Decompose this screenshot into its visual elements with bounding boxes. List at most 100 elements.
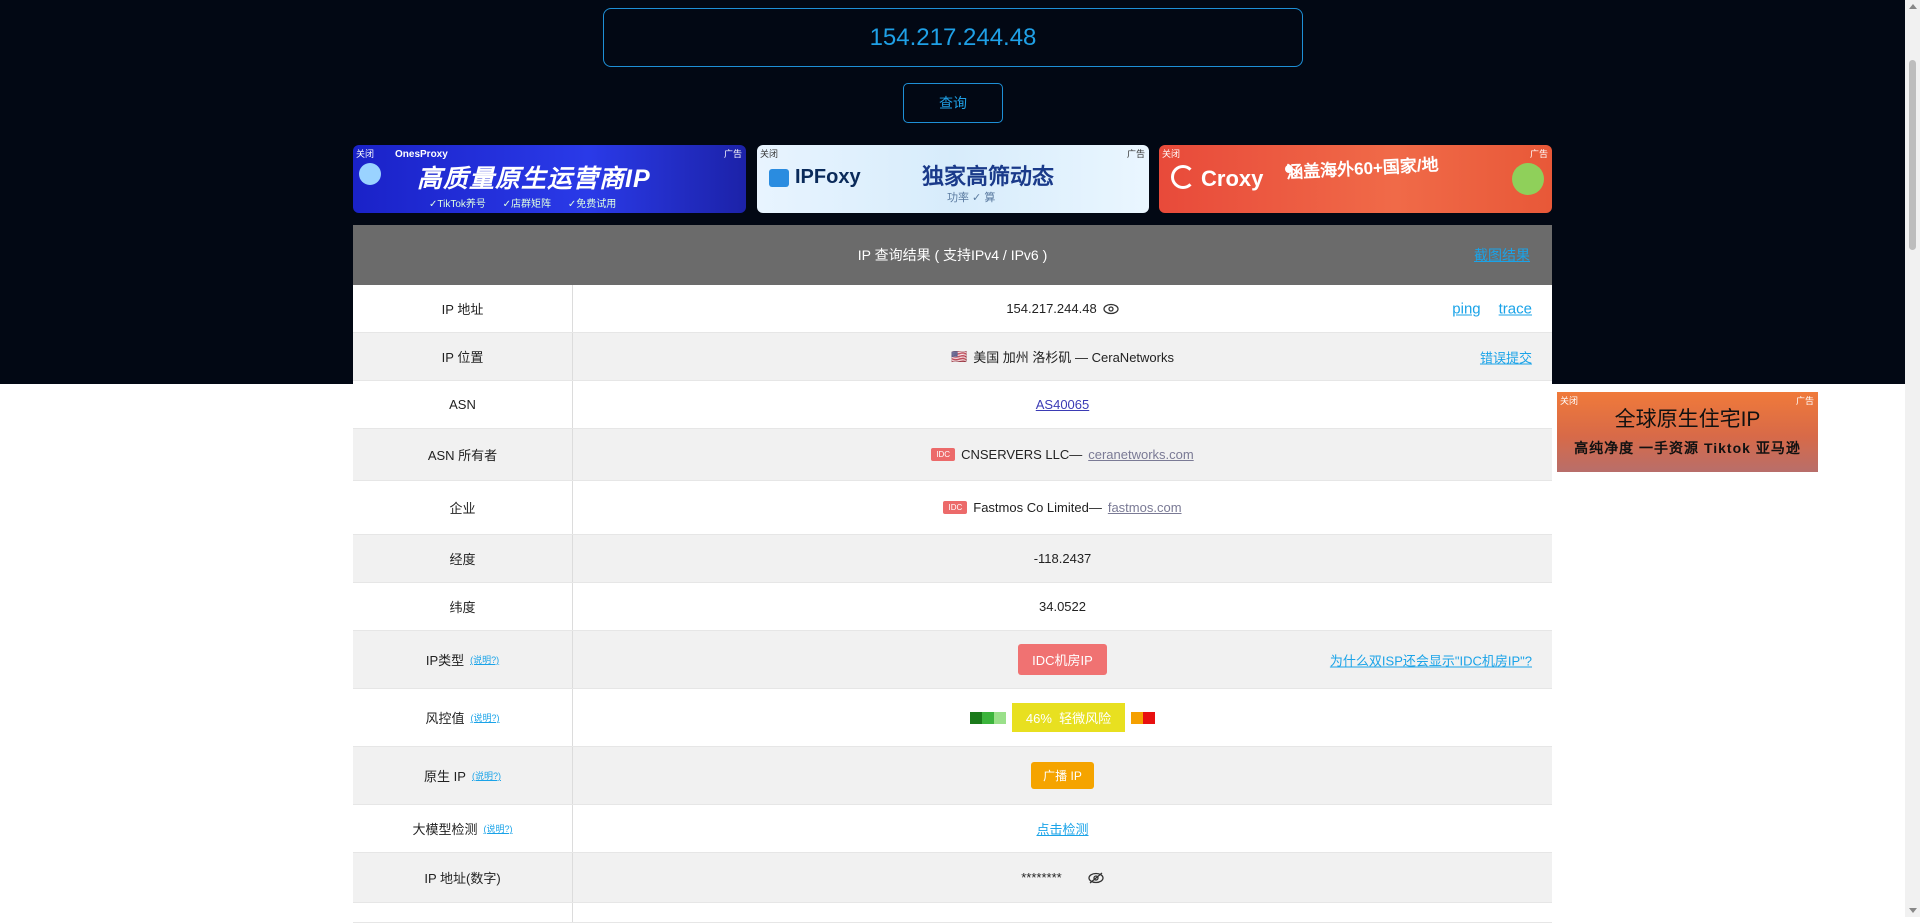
row-label: 风控值 (说明?) <box>353 689 573 746</box>
llm-check-link[interactable]: 点击检测 <box>1036 819 1088 838</box>
side-ad-banner[interactable]: 关闭 广告 全球原生住宅IP 高纯净度 一手资源 Tiktok 亚马逊 <box>1557 392 1818 472</box>
table-row-llm: 大模型检测 (说明?) 点击检测 <box>353 805 1552 853</box>
ad-brand: Croxy <box>1201 166 1264 191</box>
ad-banner-onesproxy[interactable]: 关闭 广告 OnesProxy 高质量原生运营商IP ✓TikTok养号 ✓店群… <box>353 145 746 213</box>
table-row-location: IP 位置 🇺🇸 美国 加州 洛杉矶 — CeraNetworks 错误提交 <box>353 333 1552 381</box>
ad-close-button[interactable]: 关闭 <box>760 147 778 160</box>
label-text: 风控值 <box>425 711 465 726</box>
scrollbar-thumb[interactable] <box>1909 60 1916 250</box>
row-value: 🇺🇸 美国 加州 洛杉矶 — CeraNetworks 错误提交 <box>573 333 1552 380</box>
eye-off-icon[interactable] <box>1088 872 1104 884</box>
asn-link[interactable]: AS40065 <box>1036 397 1090 412</box>
ip-tools: ping trace <box>1452 300 1532 317</box>
why-idc-link[interactable]: 为什么双ISP还会显示"IDC机房IP"? <box>1330 650 1532 669</box>
table-row-latitude: 纬度 34.0522 <box>353 583 1552 631</box>
ad-banner-ipfoxy[interactable]: 关闭 广告 IPFoxy 独家高筛动态 功率 ✓ 算 <box>757 145 1149 213</box>
megaphone-icon <box>1512 163 1544 195</box>
report-error-link[interactable]: 错误提交 <box>1480 347 1532 366</box>
scroll-up-icon[interactable] <box>1909 4 1917 9</box>
label-text: 原生 IP <box>424 769 466 784</box>
table-row-ip-numeric: IP 地址(数字) ******** <box>353 853 1552 903</box>
trace-link[interactable]: trace <box>1499 300 1532 317</box>
risk-meter: 46% 轻微风险 <box>969 703 1156 732</box>
scroll-down-icon[interactable] <box>1909 908 1917 913</box>
ad-label: 广告 <box>1529 149 1548 159</box>
query-button[interactable]: 查询 <box>903 83 1003 123</box>
help-link[interactable]: (说明?) <box>470 653 499 666</box>
company-name: Fastmos Co Limited— <box>973 500 1102 515</box>
table-row-native: 原生 IP (说明?) 广播 IP <box>353 747 1552 805</box>
screenshot-result-link[interactable]: 截图结果 <box>1474 245 1530 265</box>
row-label: IP类型 (说明?) <box>353 631 573 688</box>
risk-segment <box>1131 711 1144 724</box>
ip-search-input[interactable]: 154.217.244.48 <box>603 8 1303 67</box>
ad-subtext: 高纯净度 一手资源 Tiktok 亚马逊 <box>1574 440 1801 456</box>
ad-subtext: ✓TikTok养号 ✓店群矩阵 ✓免费试用 <box>429 199 617 210</box>
table-row-company: 企业 IDC Fastmos Co Limited— fastmos.com <box>353 481 1552 535</box>
onesproxy-logo-icon <box>359 163 381 185</box>
row-value: 46% 轻微风险 <box>573 689 1552 746</box>
row-label: IP 地址(数字) <box>353 853 573 902</box>
ad-label: 广告 <box>1126 149 1145 159</box>
label-text: IP 地址 <box>441 302 484 317</box>
label-text: 企业 <box>449 501 476 516</box>
table-row-longitude: 经度 -118.2437 <box>353 535 1552 583</box>
label-text: IP 地址(数字) <box>424 871 501 886</box>
help-link[interactable]: (说明?) <box>484 822 513 835</box>
table-row-ip-type: IP类型 (说明?) IDC机房IP 为什么双ISP还会显示"IDC机房IP"? <box>353 631 1552 689</box>
row-value: IDC机房IP 为什么双ISP还会显示"IDC机房IP"? <box>573 631 1552 688</box>
risk-segment <box>981 711 994 724</box>
row-value: ******** <box>573 853 1552 902</box>
row-value: IDC CNSERVERS LLC— ceranetworks.com <box>573 429 1552 480</box>
table-row-asn: ASN AS40065 <box>353 381 1552 429</box>
ad-headline: 高质量原生运营商IP <box>417 165 651 193</box>
risk-segment <box>1143 711 1156 724</box>
row-label: 大模型检测 (说明?) <box>353 805 573 852</box>
row-value <box>573 903 1552 922</box>
row-value: 点击检测 <box>573 805 1552 852</box>
ad-banner-croxy[interactable]: 关闭 广告 Croxy 涵盖海外60+国家/地 <box>1159 145 1552 213</box>
ip-value: 154.217.244.48 <box>1006 301 1097 316</box>
row-value: -118.2437 <box>573 535 1552 582</box>
ad-headline: 涵盖海外60+国家/地 <box>1285 155 1440 183</box>
label-text: IP类型 <box>425 653 465 668</box>
ad-close-button[interactable]: 关闭 <box>356 147 374 160</box>
help-link[interactable]: (说明?) <box>472 769 501 782</box>
row-value: AS40065 <box>573 381 1552 428</box>
asn-owner-domain-link[interactable]: ceranetworks.com <box>1088 447 1193 462</box>
croxy-logo-icon <box>1171 165 1195 189</box>
us-flag-icon: 🇺🇸 <box>951 348 968 364</box>
label-text: ASN 所有者 <box>427 448 498 463</box>
label-text: 大模型检测 <box>412 822 478 837</box>
risk-segment <box>993 711 1006 724</box>
row-value: 34.0522 <box>573 583 1552 630</box>
eye-icon[interactable] <box>1103 303 1119 315</box>
page-scrollbar[interactable] <box>1905 0 1920 917</box>
ip-numeric-value: ******** <box>1021 870 1062 885</box>
company-domain-link[interactable]: fastmos.com <box>1108 500 1182 515</box>
row-label <box>353 903 573 922</box>
table-row-risk: 风控值 (说明?) 46% 轻微风险 <box>353 689 1552 747</box>
row-label: ASN <box>353 381 573 428</box>
longitude-value: -118.2437 <box>1033 551 1092 566</box>
risk-percent: 46% <box>1025 711 1052 726</box>
table-row-partial <box>353 903 1552 923</box>
table-title: IP 查询结果 ( 支持IPv4 / IPv6 ) <box>857 247 1048 263</box>
row-label: 企业 <box>353 481 573 534</box>
row-label: ASN 所有者 <box>353 429 573 480</box>
location-value: 美国 加州 洛杉矶 — CeraNetworks <box>973 350 1174 365</box>
label-text: 纬度 <box>449 600 476 615</box>
help-link[interactable]: (说明?) <box>471 711 500 724</box>
ping-link[interactable]: ping <box>1452 300 1480 317</box>
latitude-value: 34.0522 <box>1039 599 1086 614</box>
ad-close-button[interactable]: 关闭 <box>1162 147 1180 160</box>
table-header: IP 查询结果 ( 支持IPv4 / IPv6 ) 截图结果 <box>353 225 1552 285</box>
table-row-ip: IP 地址 154.217.244.48 ping trace <box>353 285 1552 333</box>
row-value: IDC Fastmos Co Limited— fastmos.com <box>573 481 1552 534</box>
ipfoxy-logo-icon <box>769 169 789 187</box>
risk-level: 轻微风险 <box>1059 711 1112 726</box>
native-ip-badge: 广播 IP <box>1031 762 1094 789</box>
label-text: ASN <box>449 397 476 412</box>
risk-badge: 46% 轻微风险 <box>1011 703 1126 732</box>
row-label: IP 地址 <box>353 285 573 332</box>
